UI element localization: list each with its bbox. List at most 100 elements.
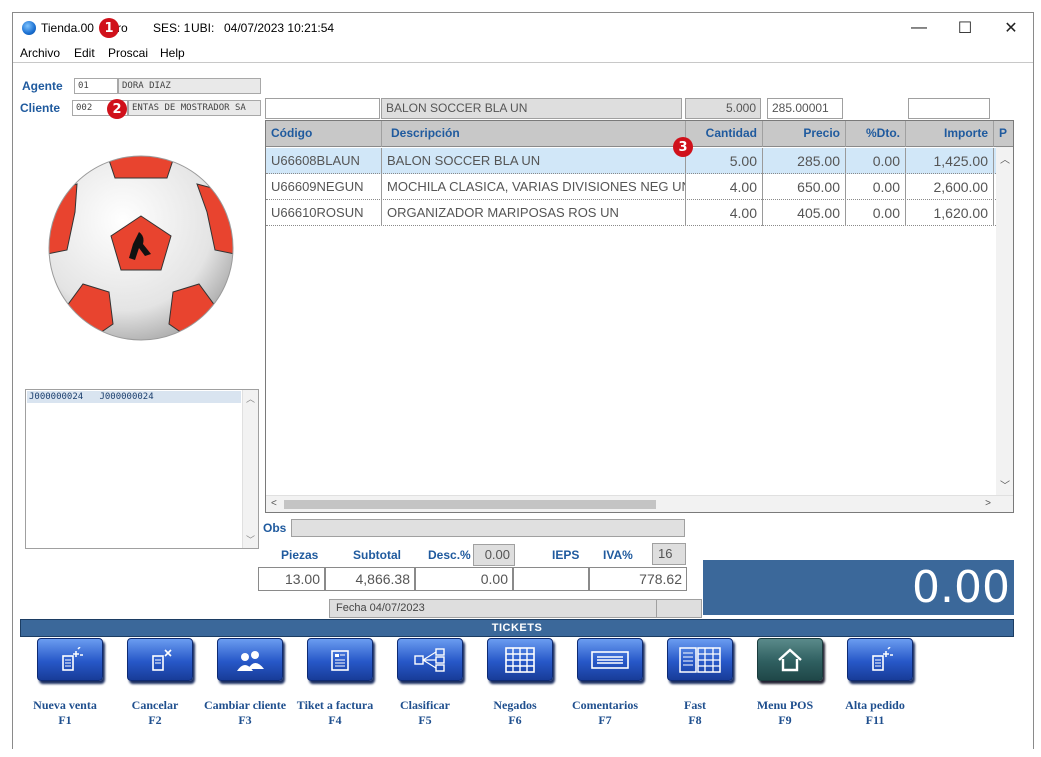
scroll-down-icon[interactable]: ﹀ [243,533,258,546]
location-label: UBI: [191,21,215,35]
cell-importe: 1,425.00 [906,148,994,174]
table-icon[interactable] [667,638,733,681]
grand-total-display: 0.00 [703,560,1014,615]
product-image-soccer-ball [48,155,234,341]
subtotal-value: 4,866.38 [325,567,415,591]
entry-price-field[interactable]: 285.00001 [767,98,843,119]
button-key: F8 [688,713,702,727]
cell-dto: 0.00 [846,174,906,200]
col-header-cantidad[interactable]: Cantidad [686,121,763,147]
cell-codigo: U66609NEGUN [266,174,382,200]
scroll-up-icon[interactable]: ︿ [1000,151,1010,166]
cancel-ticket-icon[interactable] [127,638,193,681]
obs-field[interactable] [291,519,685,537]
main-content: Agente 01 DORA DIAZ Cliente 002 ENTAS DE… [13,64,1033,750]
table-row[interactable]: U66608BLAUN BALON SOCCER BLA UN 5.00 285… [266,148,996,174]
home-icon[interactable] [757,638,823,681]
session-datetime: 04/07/2023 10:21:54 [224,21,335,35]
button-label: Tiket a factura [296,698,374,712]
iva-value: 778.62 [589,567,687,591]
iva-label: IVA% [603,548,633,562]
invoice-icon[interactable] [307,638,373,681]
scroll-left-icon[interactable]: < [271,498,277,509]
cell-cantidad: 5.00 [686,148,763,174]
cancelar-button[interactable]: Cancelar F2 [110,638,200,748]
menu-help[interactable]: Help [160,46,185,60]
nueva-venta-button[interactable]: Nueva venta F1 [20,638,110,748]
entry-code-input[interactable] [265,98,380,119]
ticket-list-scrollbar[interactable]: ︿ ﹀ [242,390,258,548]
comments-icon[interactable] [577,638,643,681]
iva-pct-field[interactable]: 16 [652,543,686,565]
agente-code-field[interactable]: 01 [74,78,118,94]
grid-vertical-scrollbar[interactable]: ︿ ﹀ [996,147,1013,496]
fecha-extra-field [656,599,702,618]
fast-button[interactable]: Fast F8 [650,638,740,748]
tickets-section-header: TICKETS [20,619,1014,637]
button-label: Nueva venta [33,698,97,712]
button-key: F2 [148,713,162,727]
grid-horizontal-scrollbar[interactable]: < > [266,495,1013,512]
col-header-codigo[interactable]: Código [266,121,382,147]
cell-importe: 2,600.00 [906,174,994,200]
cambiar-cliente-button[interactable]: Cambiar cliente F3 [200,638,290,748]
entry-extra-field[interactable] [908,98,990,119]
col-header-importe[interactable]: Importe [906,121,994,147]
col-header-extra[interactable]: P [994,121,1013,147]
table-row[interactable]: U66610ROSUN ORGANIZADOR MARIPOSAS ROS UN… [266,200,996,226]
pos-window: Tienda.00 ro SES: 1 UBI: 04/07/2023 10:2… [12,12,1034,750]
menu-archivo[interactable]: Archivo [20,46,60,60]
cliente-label: Cliente [20,101,61,115]
menu-edit[interactable]: Edit [74,46,95,60]
new-sale-icon[interactable] [37,638,103,681]
app-name: Tienda.00 [41,21,94,35]
button-key: F7 [598,713,612,727]
cell-precio: 650.00 [763,174,846,200]
scroll-right-icon[interactable]: > [985,498,991,509]
maximize-button[interactable]: ☐ [943,15,987,41]
cell-precio: 405.00 [763,200,846,226]
cell-importe: 1,620.00 [906,200,994,226]
cell-codigo: U66610ROSUN [266,200,382,226]
entry-quantity-field[interactable]: 5.000 [685,98,761,119]
button-label: Clasificar [400,698,450,712]
alta-pedido-button[interactable]: Alta pedido F11 [830,638,920,748]
grid-icon[interactable] [487,638,553,681]
annotation-badge-2: 2 [107,99,127,119]
new-order-icon[interactable] [847,638,913,681]
cell-cantidad: 4.00 [686,174,763,200]
button-label: Alta pedido [845,698,905,712]
col-header-descripcion[interactable]: Descripción [382,121,686,147]
cell-descripcion: ORGANIZADOR MARIPOSAS ROS UN [382,200,686,226]
grid-scroll-thumb[interactable] [284,500,656,509]
col-header-dto[interactable]: %Dto. [846,121,906,147]
close-button[interactable]: ✕ [989,15,1033,41]
ticket-list[interactable]: J000000024 J000000024 ︿ ﹀ [25,389,259,549]
menu-pos-button[interactable]: Menu POS F9 [740,638,830,748]
col-header-precio[interactable]: Precio [763,121,846,147]
comentarios-button[interactable]: Comentarios F7 [560,638,650,748]
scroll-up-icon[interactable]: ︿ [243,392,258,405]
menu-proscai[interactable]: Proscai [108,46,148,60]
session-label: SES: 1 [153,21,191,35]
clasificar-button[interactable]: Clasificar F5 [380,638,470,748]
desc-pct-field[interactable]: 0.00 [473,544,515,566]
ieps-label: IEPS [552,548,580,562]
tiket-a-factura-button[interactable]: Tiket a factura F4 [290,638,380,748]
ticket-list-item[interactable]: J000000024 J000000024 [27,391,241,403]
negados-button[interactable]: Negados F6 [470,638,560,748]
button-key: F3 [238,713,252,727]
classify-icon[interactable] [397,638,463,681]
button-label: Comentarios [572,698,638,712]
table-row[interactable]: U66609NEGUN MOCHILA CLASICA, VARIAS DIVI… [266,174,996,200]
scroll-down-icon[interactable]: ﹀ [1000,477,1010,492]
annotation-badge-1: 1 [99,18,119,38]
button-label: Cambiar cliente [203,698,287,712]
cell-cantidad: 4.00 [686,200,763,226]
users-icon[interactable] [217,638,283,681]
minimize-button[interactable]: — [897,15,941,41]
cell-codigo: U66608BLAUN [266,148,382,174]
button-key: F6 [508,713,522,727]
cell-dto: 0.00 [846,200,906,226]
items-grid[interactable]: Código Descripción Cantidad Precio %Dto.… [265,120,1014,513]
